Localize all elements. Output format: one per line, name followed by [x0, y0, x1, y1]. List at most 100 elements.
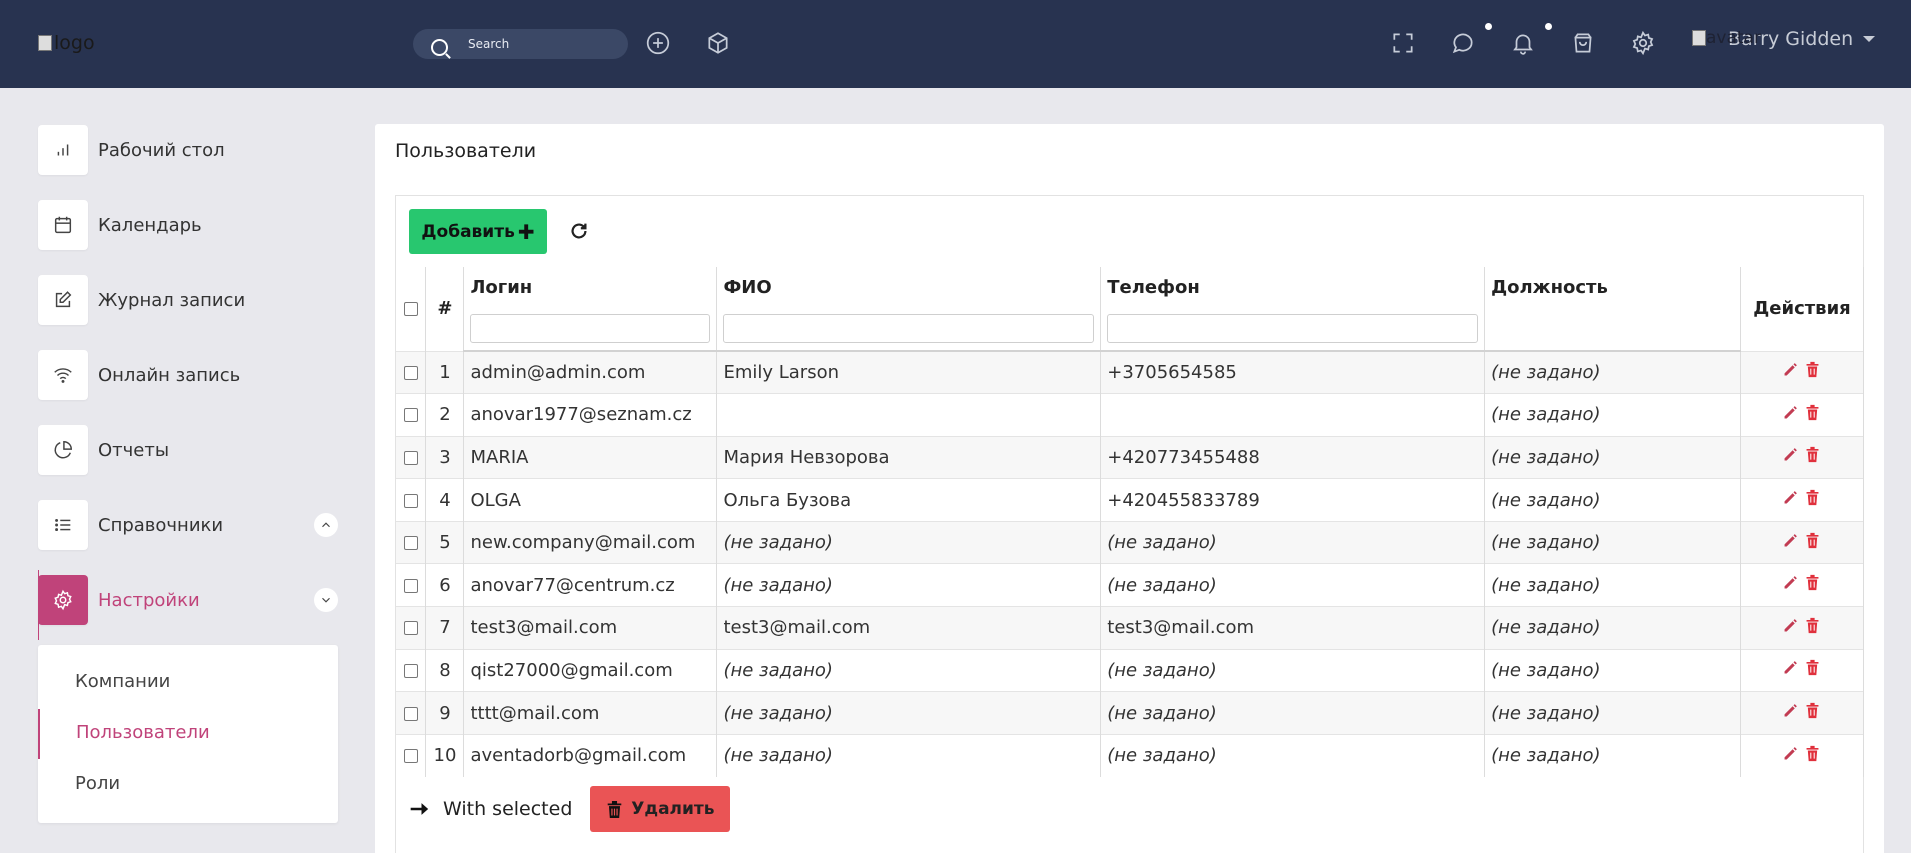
chevron-down-icon[interactable]	[314, 588, 338, 612]
pencil-icon[interactable]	[1782, 702, 1799, 719]
column-header-number[interactable]: #	[425, 267, 465, 351]
row-checkbox[interactable]	[403, 749, 418, 764]
row-checkbox[interactable]	[403, 493, 418, 508]
pencil-icon[interactable]	[1782, 659, 1799, 676]
login-cell: anovar77@centrum.cz	[463, 563, 718, 607]
actions-cell	[1740, 691, 1865, 735]
trash-icon[interactable]	[1804, 659, 1821, 676]
sidebar-item-label: Отчеты	[98, 439, 170, 461]
chevron-up-icon[interactable]	[314, 513, 338, 537]
row-number: 5	[425, 520, 465, 564]
row-checkbox[interactable]	[403, 621, 418, 636]
column-header-position[interactable]: Должность	[1484, 267, 1741, 307]
row-checkbox[interactable]	[403, 663, 418, 678]
add-circle-icon[interactable]	[645, 30, 671, 56]
shopping-bag-icon[interactable]	[1570, 30, 1596, 56]
row-checkbox[interactable]	[403, 408, 418, 423]
avatar[interactable]: avatar	[1692, 28, 1761, 48]
logo[interactable]: logo	[38, 32, 95, 54]
row-checkbox[interactable]	[403, 706, 418, 721]
trash-icon[interactable]	[1804, 489, 1821, 506]
position-cell: (не задано)	[1484, 606, 1741, 650]
login-cell: admin@admin.com	[463, 350, 718, 394]
bell-icon[interactable]	[1510, 30, 1536, 56]
refresh-icon[interactable]	[568, 220, 590, 242]
sidebar-item-reports[interactable]: Отчеты	[38, 425, 338, 475]
add-button[interactable]: Добавить ✚	[409, 209, 547, 254]
edit-icon	[38, 275, 88, 325]
row-select-cell	[396, 435, 427, 479]
fio-filter-input[interactable]	[723, 314, 1095, 343]
trash-icon[interactable]	[1804, 574, 1821, 591]
trash-icon[interactable]	[1804, 532, 1821, 549]
settings-icon[interactable]	[1630, 30, 1656, 56]
pencil-icon[interactable]	[1782, 532, 1799, 549]
position-cell: (не задано)	[1484, 478, 1741, 522]
trash-icon[interactable]	[1804, 446, 1821, 463]
phone-filter-input[interactable]	[1107, 314, 1479, 343]
sidebar-item-online-booking[interactable]: Онлайн запись	[38, 350, 338, 400]
pencil-icon[interactable]	[1782, 745, 1799, 762]
user-menu[interactable]: avatar Barry Gidden	[1692, 28, 1876, 50]
sidebar-item-directories[interactable]: Справочники	[38, 500, 338, 550]
submenu-item-users[interactable]: Пользователи	[76, 722, 210, 743]
row-checkbox[interactable]	[403, 536, 418, 551]
row-number: 7	[425, 606, 465, 650]
pencil-icon[interactable]	[1782, 617, 1799, 634]
search-box[interactable]	[413, 29, 628, 59]
arrow-right-icon	[410, 803, 429, 815]
column-header-login[interactable]: Логин	[463, 267, 718, 307]
column-header-fio[interactable]: ФИО	[716, 267, 1102, 307]
calendar-icon	[38, 200, 88, 250]
chat-notification-dot	[1485, 23, 1492, 30]
delete-button-label: Удалить	[631, 799, 715, 819]
row-checkbox[interactable]	[403, 365, 418, 380]
package-icon[interactable]	[705, 30, 731, 56]
pencil-icon[interactable]	[1782, 361, 1799, 378]
column-header-phone[interactable]: Телефон	[1100, 267, 1486, 307]
fio-cell: (не задано)	[716, 648, 1102, 692]
trash-icon[interactable]	[1804, 617, 1821, 634]
sidebar-item-label: Журнал записи	[98, 289, 246, 311]
fullscreen-icon[interactable]	[1390, 30, 1416, 56]
select-all-cell	[396, 267, 427, 351]
actions-cell	[1740, 648, 1865, 692]
pencil-icon[interactable]	[1782, 489, 1799, 506]
pencil-icon[interactable]	[1782, 404, 1799, 421]
row-select-cell	[396, 733, 427, 777]
sidebar-item-journal[interactable]: Журнал записи	[38, 275, 338, 325]
chat-icon[interactable]	[1450, 30, 1476, 56]
position-cell: (не задано)	[1484, 435, 1741, 479]
pencil-icon[interactable]	[1782, 574, 1799, 591]
actions-cell	[1740, 520, 1865, 564]
trash-icon[interactable]	[1804, 404, 1821, 421]
settings-icon	[38, 575, 88, 625]
row-checkbox[interactable]	[403, 450, 418, 465]
sidebar-item-dashboard[interactable]: Рабочий стол	[38, 125, 338, 175]
position-cell: (не задано)	[1484, 393, 1741, 437]
actions-cell	[1740, 606, 1865, 650]
row-select-cell	[396, 520, 427, 564]
phone-cell: (не задано)	[1100, 691, 1486, 735]
row-number: 4	[425, 478, 465, 522]
search-icon[interactable]	[431, 39, 448, 56]
pencil-icon[interactable]	[1782, 446, 1799, 463]
row-select-cell	[396, 563, 427, 607]
sidebar-item-calendar[interactable]: Календарь	[38, 200, 338, 250]
sidebar-item-settings[interactable]: Настройки	[38, 575, 338, 625]
phone-cell: +3705654585	[1100, 350, 1486, 394]
row-select-cell	[396, 648, 427, 692]
trash-icon[interactable]	[1804, 702, 1821, 719]
delete-selected-button[interactable]: Удалить	[590, 786, 731, 832]
search-input[interactable]	[468, 36, 618, 52]
row-number: 2	[425, 393, 465, 437]
select-all-checkbox[interactable]	[403, 302, 418, 317]
trash-icon[interactable]	[1804, 361, 1821, 378]
row-checkbox[interactable]	[403, 578, 418, 593]
login-filter-input[interactable]	[470, 314, 711, 343]
login-cell: MARIA	[463, 435, 718, 479]
submenu-item-companies[interactable]: Компании	[75, 671, 170, 692]
trash-icon[interactable]	[1804, 745, 1821, 762]
caret-down-icon[interactable]	[1863, 36, 1876, 42]
submenu-item-roles[interactable]: Роли	[75, 773, 120, 794]
